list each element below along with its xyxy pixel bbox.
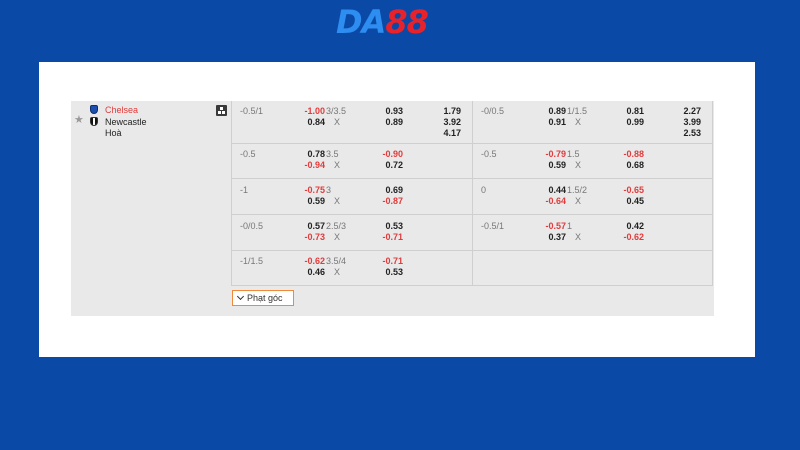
- handicap-line: -0.5: [240, 149, 256, 159]
- moneyline-draw-odds[interactable]: 4.17: [431, 127, 461, 139]
- handicap-line: -0.5: [481, 149, 497, 159]
- handicap-line: -1/1.5: [240, 256, 264, 266]
- handicap-away-odds[interactable]: 0.84: [293, 116, 325, 128]
- handicap-away-odds[interactable]: -0.94: [293, 159, 325, 171]
- handicap-line: -0/0.5: [481, 106, 505, 116]
- row-divider: [231, 285, 713, 286]
- row-divider: [231, 214, 713, 215]
- handicap-line: -0/0.5: [240, 221, 264, 231]
- handicap-away-odds[interactable]: 0.59: [293, 195, 325, 207]
- over-under-x-label: X: [334, 160, 341, 170]
- under-odds[interactable]: 0.53: [375, 266, 403, 278]
- under-odds[interactable]: 0.99: [616, 116, 644, 128]
- row-divider: [231, 178, 713, 179]
- logo-text-88: 88: [385, 3, 429, 41]
- logo-text-da: DA: [336, 3, 386, 41]
- handicap-away-odds[interactable]: 0.37: [534, 231, 566, 243]
- handicap-line: -0.5/1: [240, 106, 264, 116]
- teams-column: ★ Chelsea Newcastle Hoà: [71, 101, 231, 316]
- right-border: [712, 101, 713, 285]
- content-panel: ★ Chelsea Newcastle Hoà Phạt góc -0.5/1 -…: [39, 62, 755, 357]
- chelsea-crest-icon: [90, 105, 98, 114]
- over-under-x-label: X: [334, 232, 341, 242]
- star-icon[interactable]: ★: [74, 115, 84, 126]
- row-divider: [231, 250, 713, 251]
- moneyline-draw-odds[interactable]: 2.53: [671, 127, 701, 139]
- draw-label: Hoà: [105, 128, 122, 138]
- under-odds[interactable]: 0.45: [616, 195, 644, 207]
- over-under-x-label: X: [575, 117, 582, 127]
- newcastle-crest-icon: [90, 117, 98, 126]
- column-divider: [231, 101, 232, 285]
- corner-odds-label: Phạt góc: [247, 293, 283, 303]
- over-under-x-label: X: [334, 267, 341, 277]
- handicap-line: -1: [240, 185, 249, 195]
- stats-icon[interactable]: [216, 105, 227, 116]
- under-odds[interactable]: -0.62: [616, 231, 644, 243]
- over-under-x-label: X: [575, 160, 582, 170]
- under-odds[interactable]: -0.71: [375, 231, 403, 243]
- under-odds[interactable]: 0.68: [616, 159, 644, 171]
- over-under-x-label: X: [575, 232, 582, 242]
- half-divider: [472, 101, 473, 285]
- handicap-away-odds[interactable]: 0.46: [293, 266, 325, 278]
- over-under-x-label: X: [334, 117, 341, 127]
- away-team-name[interactable]: Newcastle: [105, 117, 147, 127]
- under-odds[interactable]: -0.87: [375, 195, 403, 207]
- handicap-away-odds[interactable]: 0.91: [534, 116, 566, 128]
- handicap-line: 0: [481, 185, 487, 195]
- da88-logo: DA88: [336, 4, 466, 40]
- under-odds[interactable]: 0.72: [375, 159, 403, 171]
- handicap-away-odds[interactable]: -0.64: [534, 195, 566, 207]
- handicap-away-odds[interactable]: 0.59: [534, 159, 566, 171]
- home-team-name[interactable]: Chelsea: [105, 105, 138, 115]
- under-odds[interactable]: 0.89: [375, 116, 403, 128]
- corner-odds-button[interactable]: Phạt góc: [232, 290, 294, 306]
- over-under-x-label: X: [575, 196, 582, 206]
- odds-table: ★ Chelsea Newcastle Hoà Phạt góc -0.5/1 -…: [71, 101, 714, 316]
- handicap-line: -0.5/1: [481, 221, 505, 231]
- row-divider: [231, 143, 713, 144]
- chevron-down-icon: [236, 292, 245, 301]
- handicap-away-odds[interactable]: -0.73: [293, 231, 325, 243]
- over-under-x-label: X: [334, 196, 341, 206]
